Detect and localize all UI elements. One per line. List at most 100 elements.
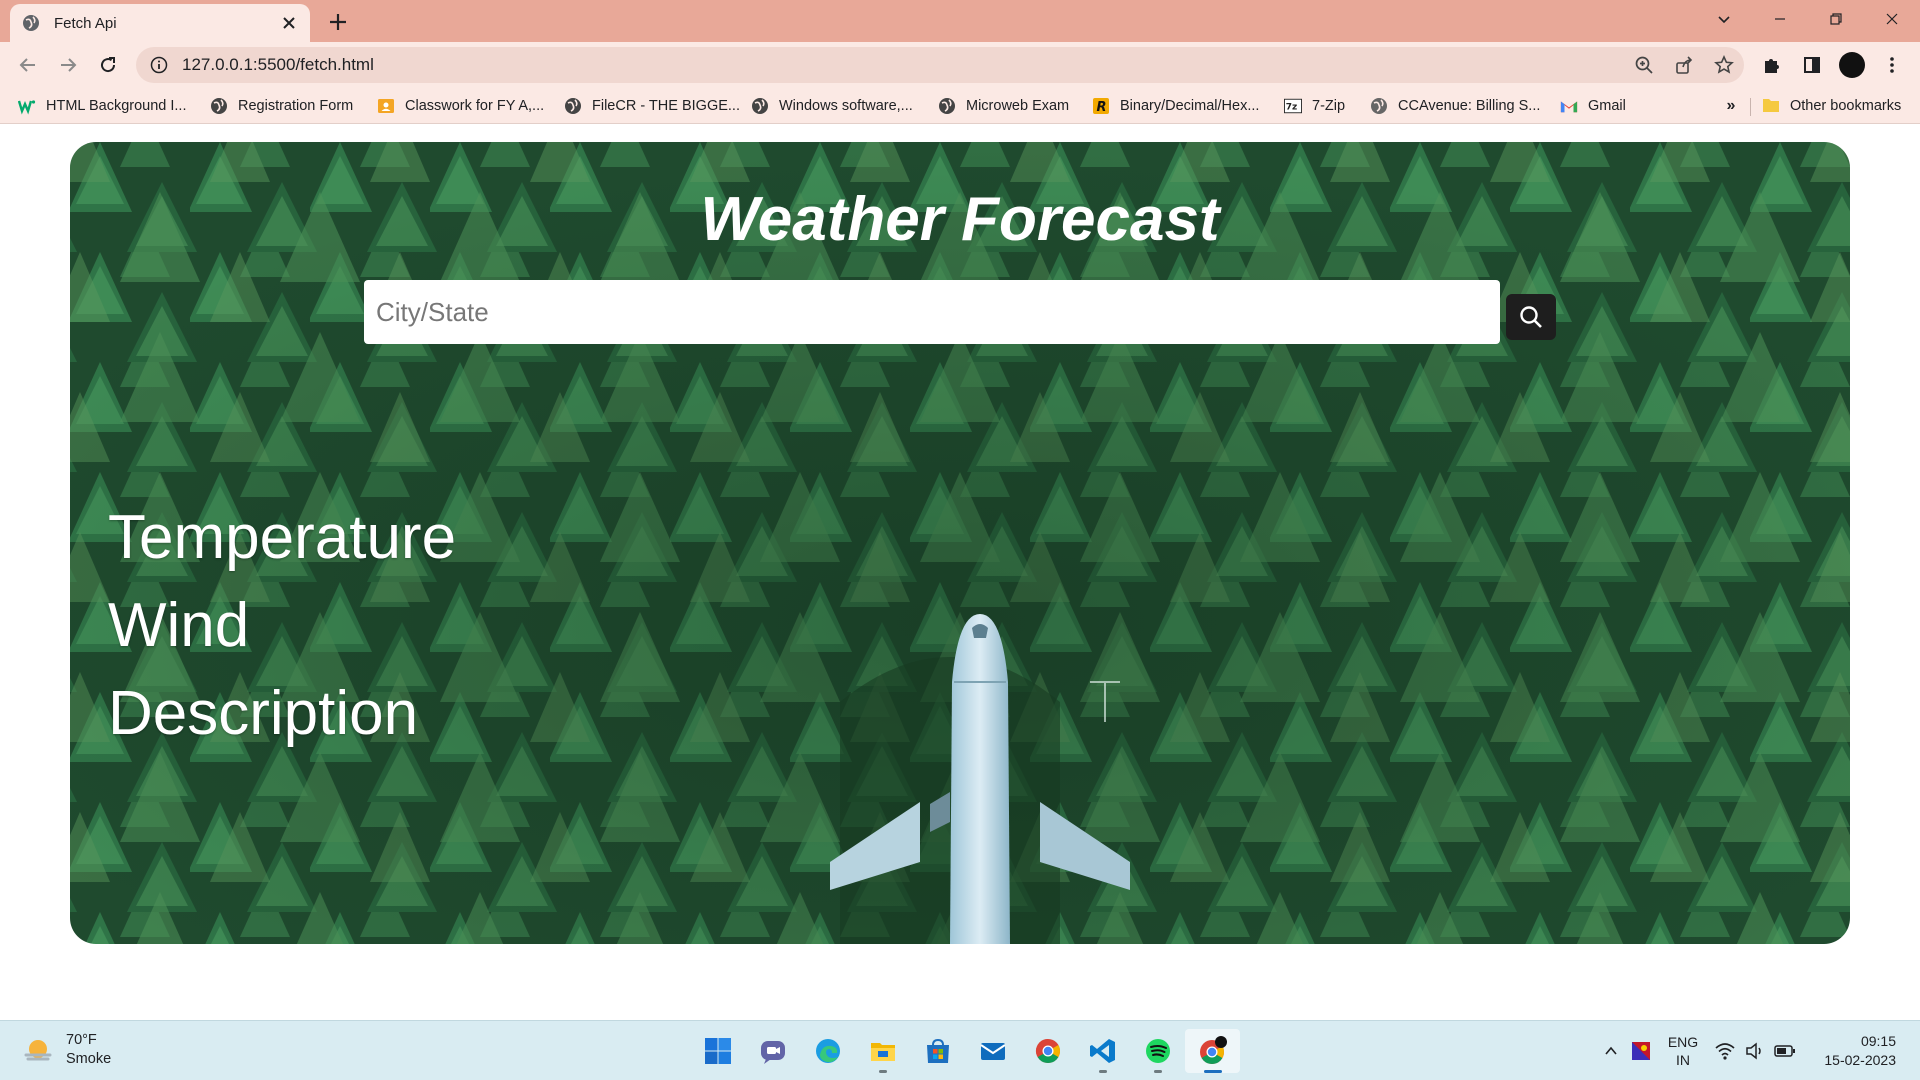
bookmark-gmail[interactable]: Gmail — [1560, 94, 1626, 118]
volume-button[interactable] — [1740, 1031, 1770, 1071]
reload-button[interactable] — [94, 51, 122, 79]
teams-chat-icon — [760, 1041, 785, 1064]
side-panel-icon — [1804, 57, 1820, 73]
edge-button[interactable] — [800, 1029, 855, 1073]
new-tab-icon[interactable] — [326, 10, 350, 34]
windows-taskbar: 70°F Smoke ENG IN 09:15 15-02-2023 — [0, 1020, 1920, 1080]
speaker-icon — [1746, 1042, 1761, 1060]
side-panel-button[interactable] — [1792, 47, 1832, 83]
bookmark-registration-form[interactable]: Registration Form — [210, 94, 353, 118]
gmail-icon — [1560, 97, 1578, 115]
vscode-button[interactable] — [1075, 1029, 1130, 1073]
puzzle-icon — [1765, 59, 1779, 73]
mail-button[interactable] — [965, 1029, 1020, 1073]
zoom-icon — [1635, 56, 1653, 74]
globe-icon — [751, 97, 769, 115]
tab-strip: Fetch Api — [0, 0, 1920, 42]
bookmark-label: Windows software,... — [779, 98, 913, 114]
description-label: Description — [108, 679, 419, 748]
back-button[interactable] — [14, 51, 42, 79]
bookmark-filecr[interactable]: FileCR - THE BIGGE... — [564, 94, 740, 118]
arrow-left-icon — [19, 58, 35, 72]
microsoft-store-button[interactable] — [910, 1029, 965, 1073]
spotify-button[interactable] — [1130, 1029, 1185, 1073]
chrome-button[interactable] — [1020, 1029, 1075, 1073]
window-controls — [1696, 0, 1920, 38]
tray-app-button[interactable] — [1626, 1031, 1656, 1071]
bookmark-windows-software[interactable]: Windows software,... — [751, 94, 913, 118]
other-bookmarks-label: Other bookmarks — [1790, 98, 1902, 114]
weather-readings: Temperature Wind Description — [108, 494, 456, 758]
profile-button[interactable] — [1832, 47, 1872, 83]
browser-tab[interactable]: Fetch Api — [10, 4, 310, 42]
globe-icon — [938, 97, 956, 115]
page-viewport: Weather Forecast Temperature Wind Descri… — [0, 124, 1920, 1020]
file-explorer-button[interactable] — [855, 1029, 910, 1073]
close-icon[interactable] — [280, 14, 298, 32]
region-code: IN — [1676, 1052, 1690, 1068]
bookmarks-bar: HTML Background I... Registration Form C… — [0, 88, 1920, 124]
bookmark-microweb-exam[interactable]: Microweb Exam — [938, 94, 1069, 118]
share-button[interactable] — [1664, 47, 1704, 83]
share-icon — [1676, 56, 1693, 74]
bookmark-star-button[interactable] — [1704, 47, 1744, 83]
bookmark-binary-decimal-hex[interactable]: R Binary/Decimal/Hex... — [1092, 94, 1259, 118]
bookmark-7zip[interactable]: 7z 7-Zip — [1284, 94, 1345, 118]
svg-text:7z: 7z — [1286, 103, 1298, 113]
language-code: ENG — [1667, 1034, 1699, 1050]
start-button[interactable] — [690, 1029, 745, 1073]
wifi-icon — [1715, 1043, 1735, 1060]
temperature-label: Temperature — [108, 503, 457, 572]
running-indicator — [878, 1070, 887, 1073]
app-title: Weather Forecast — [700, 185, 1220, 254]
7zip-icon: 7z — [1284, 97, 1302, 115]
other-bookmarks[interactable]: Other bookmarks — [1762, 94, 1901, 118]
battery-button[interactable] — [1770, 1031, 1800, 1071]
url-text[interactable]: 127.0.0.1:5500/fetch.html — [182, 55, 1624, 75]
close-window-button[interactable] — [1864, 0, 1920, 38]
classroom-icon — [377, 97, 395, 115]
weather-card: Weather Forecast Temperature Wind Descri… — [70, 142, 1850, 944]
chrome-icon — [1035, 1039, 1060, 1064]
bookmark-classwork[interactable]: Classwork for FY A,... — [377, 94, 544, 118]
close-icon — [1886, 13, 1898, 25]
weather-widget[interactable]: 70°F Smoke — [22, 1031, 111, 1069]
battery-icon — [1774, 1045, 1795, 1057]
weather-condition: Smoke — [66, 1051, 112, 1067]
menu-button[interactable] — [1872, 47, 1912, 83]
bookmark-ccavenue[interactable]: CCAvenue: Billing S... — [1370, 94, 1540, 118]
forward-button[interactable] — [54, 51, 82, 79]
bookmarks-overflow-button[interactable]: » — [1720, 94, 1742, 118]
zoom-button[interactable] — [1624, 47, 1664, 83]
chrome-active-icon — [1199, 1036, 1227, 1065]
bookmark-html-background[interactable]: HTML Background I... — [18, 94, 187, 118]
minimize-button[interactable] — [1752, 0, 1808, 38]
bookmark-label: Binary/Decimal/Hex... — [1120, 98, 1260, 114]
wifi-button[interactable] — [1710, 1031, 1740, 1071]
tab-search-button[interactable] — [1696, 0, 1752, 38]
running-indicator — [1098, 1070, 1107, 1073]
star-icon — [1714, 55, 1734, 74]
bookmark-label: 7-Zip — [1312, 98, 1346, 114]
extensions-button[interactable] — [1752, 47, 1792, 83]
running-indicator — [1153, 1070, 1162, 1073]
file-explorer-icon — [870, 1043, 895, 1061]
search-button[interactable] — [1506, 294, 1556, 340]
bookmark-label: Gmail — [1588, 98, 1626, 114]
arrow-right-icon — [61, 58, 77, 72]
tab-title: Fetch Api — [54, 14, 117, 32]
info-icon[interactable] — [150, 56, 168, 74]
show-hidden-icons-button[interactable] — [1596, 1031, 1626, 1071]
address-bar[interactable]: 127.0.0.1:5500/fetch.html — [136, 47, 1744, 83]
taskbar-apps — [690, 1029, 1240, 1073]
teams-chat-button[interactable] — [745, 1029, 800, 1073]
system-clock[interactable]: 09:15 15-02-2023 — [1824, 1032, 1896, 1070]
edge-icon — [815, 1039, 840, 1063]
language-indicator[interactable]: ENG IN — [1656, 1033, 1710, 1069]
chrome-active-button[interactable] — [1185, 1029, 1240, 1073]
system-tray: ENG IN — [1596, 1031, 1800, 1071]
city-search-input[interactable] — [364, 280, 1500, 344]
mail-icon — [979, 1043, 1006, 1060]
bookmarks-divider — [1750, 98, 1751, 116]
restore-button[interactable] — [1808, 0, 1864, 38]
